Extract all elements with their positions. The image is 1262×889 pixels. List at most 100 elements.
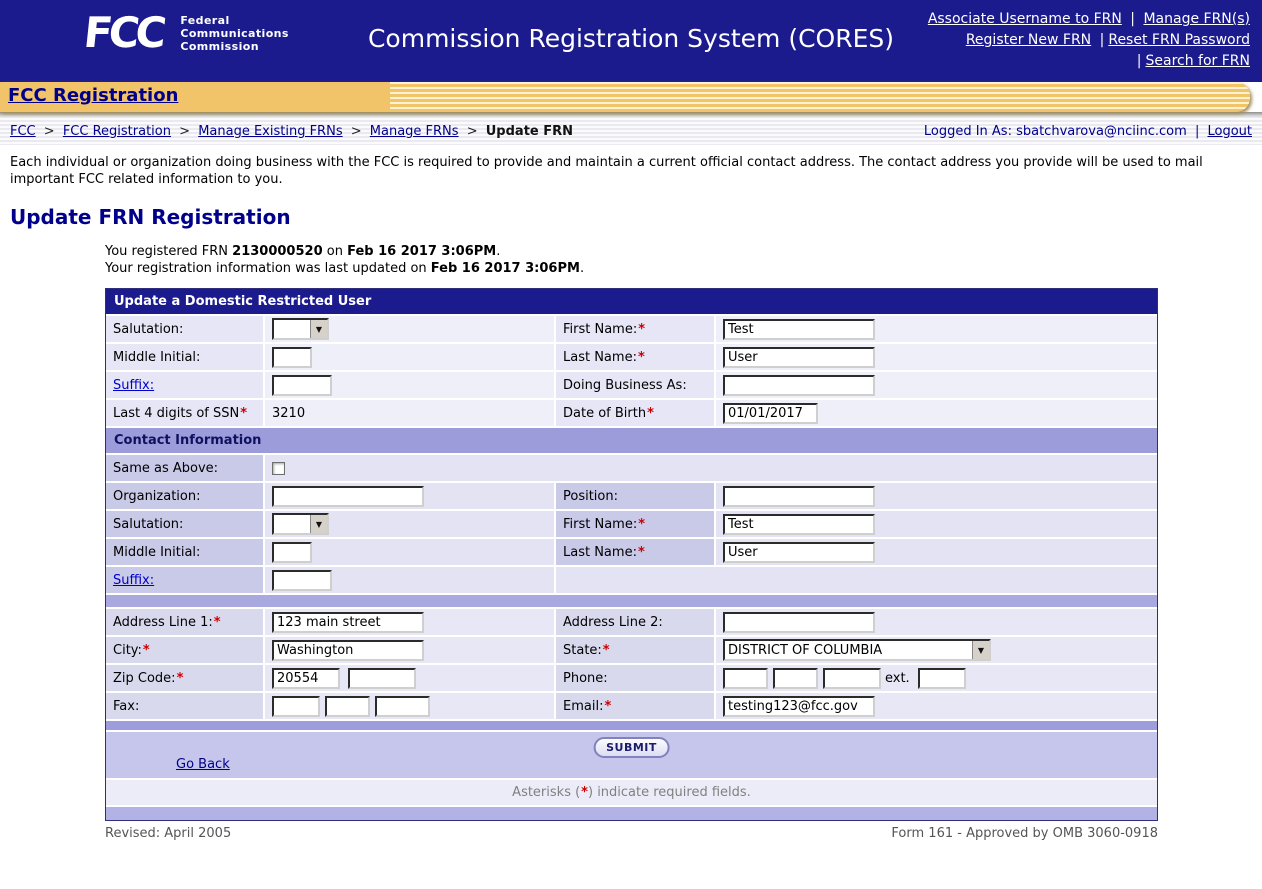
address2-input[interactable]: [723, 612, 875, 633]
app-title: Commission Registration System (CORES): [368, 24, 894, 53]
header-nav-line-3: |Search for FRN: [928, 51, 1250, 72]
fax-line-input[interactable]: [375, 696, 430, 717]
required-asterisk: *: [638, 517, 645, 532]
row-contact-middleinitial-lastname: Middle Initial: Last Name:*: [106, 539, 1157, 565]
middle-initial-label-text: Middle Initial:: [113, 350, 200, 365]
associate-username-to-frn-link[interactable]: Associate Username to FRN: [928, 11, 1122, 27]
phone-line-input[interactable]: [823, 668, 881, 689]
row-zip-phone: Zip Code: * Phone: ext.: [106, 665, 1157, 691]
note-text-post: ) indicate required fields.: [588, 785, 751, 800]
register-new-frn-link[interactable]: Register New FRN: [966, 32, 1091, 48]
contact-middle-initial-input[interactable]: [272, 542, 312, 563]
page-title: Update FRN Registration: [10, 205, 1262, 229]
middle-initial-input[interactable]: [272, 347, 312, 368]
state-label: State:*: [556, 637, 714, 663]
dba-input[interactable]: [723, 375, 875, 396]
registration-info: You registered FRN 2130000520 on Feb 16 …: [105, 243, 1262, 277]
email-input[interactable]: [723, 696, 875, 717]
logo-line-federal: Federal: [180, 14, 289, 27]
email-cell: [716, 693, 1157, 719]
submit-button[interactable]: SUBMIT: [593, 737, 670, 758]
required-asterisk: *: [581, 785, 588, 800]
salutation-select[interactable]: ▼: [272, 318, 329, 340]
phone-area-input[interactable]: [723, 668, 768, 689]
contact-first-name-input[interactable]: [723, 514, 875, 535]
zip-plus4-input[interactable]: [348, 668, 416, 689]
last-name-cell: [716, 344, 1157, 370]
breadcrumb-separator: >: [351, 124, 362, 139]
address1-input[interactable]: [272, 612, 424, 633]
intro-paragraph: Each individual or organization doing bu…: [10, 154, 1234, 188]
contact-suffix-cell: [265, 567, 554, 593]
suffix-cell: [265, 372, 554, 398]
phone-prefix-input[interactable]: [773, 668, 818, 689]
zip-cell: [265, 665, 554, 691]
salutation-cell: ▼: [265, 316, 554, 342]
breadcrumb-fcc-link[interactable]: FCC: [10, 124, 36, 139]
updated-date: Feb 16 2017 3:06PM: [431, 261, 580, 276]
breadcrumb-fcc-registration-link[interactable]: FCC Registration: [63, 124, 171, 139]
search-for-frn-link[interactable]: Search for FRN: [1145, 53, 1250, 69]
dob-input[interactable]: [723, 403, 818, 424]
logout-link[interactable]: Logout: [1207, 124, 1252, 139]
last-name-input[interactable]: [723, 347, 875, 368]
last-name-label: Last Name:*: [556, 344, 714, 370]
reset-frn-password-link[interactable]: Reset FRN Password: [1108, 32, 1250, 48]
breadcrumb-separator: >: [467, 124, 478, 139]
dob-cell: [716, 400, 1157, 426]
banner: FCC Registration: [0, 82, 1262, 112]
last-name-label-text: Last Name:: [563, 350, 637, 365]
nav-separator: |: [1100, 32, 1105, 48]
frn-number: 2130000520: [232, 244, 322, 259]
contact-last-name-label: Last Name:*: [556, 539, 714, 565]
breadcrumb-manage-frns-link[interactable]: Manage FRNs: [370, 124, 459, 139]
first-name-input[interactable]: [723, 319, 875, 340]
state-select-value: DISTRICT OF COLUMBIA: [725, 641, 972, 659]
contact-first-name-label-text: First Name:: [563, 517, 637, 532]
position-input[interactable]: [723, 486, 875, 507]
same-as-above-label-text: Same as Above:: [113, 461, 218, 476]
contact-salutation-label: Salutation:: [106, 511, 263, 537]
fax-label-text: Fax:: [113, 699, 139, 714]
breadcrumb-current: Update FRN: [486, 124, 573, 139]
email-label: Email:*: [556, 693, 714, 719]
section-divider: [106, 721, 1157, 730]
address1-cell: [265, 609, 554, 635]
contact-suffix-input[interactable]: [272, 570, 332, 591]
header-nav: Associate Username to FRN | Manage FRN(s…: [928, 9, 1250, 72]
organization-input[interactable]: [272, 486, 424, 507]
fax-area-input[interactable]: [272, 696, 320, 717]
city-input[interactable]: [272, 640, 424, 661]
contact-suffix-link[interactable]: Suffix:: [113, 573, 154, 588]
suffix-input[interactable]: [272, 375, 332, 396]
footer-revised-text: Revised: April 2005: [105, 826, 231, 841]
breadcrumb-manage-existing-frns-link[interactable]: Manage Existing FRNs: [198, 124, 342, 139]
contact-salutation-select[interactable]: ▼: [272, 513, 329, 535]
fcc-registration-link[interactable]: FCC Registration: [8, 85, 178, 106]
phone-ext-input[interactable]: [918, 668, 966, 689]
manage-frns-link[interactable]: Manage FRN(s): [1143, 11, 1250, 27]
state-select[interactable]: DISTRICT OF COLUMBIA▼: [723, 639, 991, 661]
row-middleinitial-lastname: Middle Initial: Last Name:*: [106, 344, 1157, 370]
organization-label-text: Organization:: [113, 489, 201, 504]
ssn-value: 3210: [265, 400, 554, 426]
address1-label: Address Line 1:*: [106, 609, 263, 635]
period: .: [580, 261, 584, 276]
fax-prefix-input[interactable]: [325, 696, 370, 717]
gold-bar-stripes: [390, 82, 1250, 112]
zip-code-input[interactable]: [272, 668, 340, 689]
suffix-link[interactable]: Suffix:: [113, 378, 154, 393]
required-asterisk: *: [603, 643, 610, 658]
updated-line-text: Your registration information was last u…: [105, 261, 427, 276]
same-as-above-label: Same as Above:: [106, 455, 263, 481]
chevron-down-icon: ▼: [972, 641, 989, 659]
contact-middle-initial-label: Middle Initial:: [106, 539, 263, 565]
updated-line: Your registration information was last u…: [105, 260, 1262, 277]
go-back-link[interactable]: Go Back: [176, 757, 230, 772]
breadcrumb: FCC > FCC Registration > Manage Existing…: [10, 124, 573, 139]
nav-separator: |: [1137, 53, 1142, 69]
same-as-above-checkbox[interactable]: [272, 462, 285, 475]
contact-last-name-input[interactable]: [723, 542, 875, 563]
logo-line-commission: Commission: [180, 40, 289, 53]
required-asterisk: *: [638, 545, 645, 560]
